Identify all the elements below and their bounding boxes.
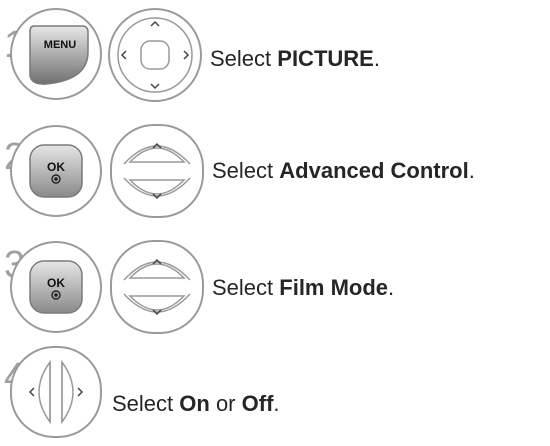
step-2-instruction: Select Advanced Control. [212,158,475,183]
menu-key-icon[interactable]: MENU [26,22,90,86]
step-3-instruction: Select Film Mode. [212,275,395,300]
up-down-key-icon[interactable] [110,124,204,218]
ok-key-label: OK [47,160,65,174]
menu-key-label: MENU [44,39,76,51]
step-1-instruction: Select PICTURE. [210,46,380,71]
ok-key-label: OK [47,276,65,290]
ok-key-icon[interactable]: OK [26,141,86,201]
up-down-key-icon[interactable] [110,240,204,334]
step-4-instruction: Select On or Off. [112,391,280,416]
left-right-key-icon[interactable] [10,346,102,438]
nav-pad-icon[interactable] [108,8,202,102]
ok-key-icon[interactable]: OK [26,257,86,317]
